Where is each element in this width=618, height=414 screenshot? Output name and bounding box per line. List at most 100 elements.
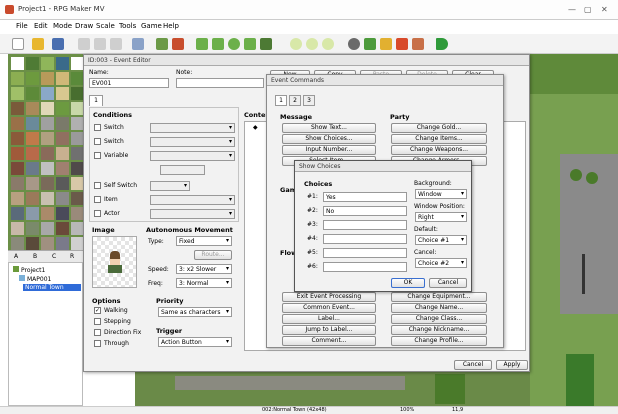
event-name-input[interactable]: EV001: [89, 78, 169, 88]
menu-tools[interactable]: Tools: [119, 22, 136, 30]
command-tab-3[interactable]: 3: [303, 95, 315, 106]
event-editor-apply-button[interactable]: Apply: [496, 360, 528, 370]
actor-checkbox[interactable]: [94, 210, 101, 217]
through-checkbox[interactable]: [94, 340, 101, 347]
tileset-tab-r[interactable]: R: [70, 253, 74, 260]
command-tab-2[interactable]: 2: [289, 95, 301, 106]
switch2-checkbox[interactable]: [94, 138, 101, 145]
cut-icon[interactable]: [78, 38, 90, 50]
menu-help[interactable]: Help: [163, 22, 179, 30]
menu-game[interactable]: Game: [141, 22, 162, 30]
ok-button[interactable]: OK: [391, 278, 425, 288]
movement-type-select[interactable]: Fixed: [176, 236, 232, 246]
choice-1-input[interactable]: Yes: [323, 192, 407, 202]
trigger-select[interactable]: Action Button: [158, 337, 232, 347]
show-choices-button[interactable]: Show Choices...: [282, 134, 376, 144]
menu-mode[interactable]: Mode: [53, 22, 72, 30]
common-event-button[interactable]: Common Event...: [282, 303, 376, 313]
sound-test-icon[interactable]: [380, 38, 392, 50]
playtest-icon[interactable]: [436, 38, 448, 50]
change-gold-button[interactable]: Change Gold...: [391, 123, 487, 133]
character-generator-icon[interactable]: [412, 38, 424, 50]
background-select[interactable]: Window: [415, 189, 467, 199]
stepping-checkbox[interactable]: [94, 318, 101, 325]
page-tab-1[interactable]: 1: [89, 95, 103, 106]
menu-draw[interactable]: Draw: [75, 22, 93, 30]
open-project-icon[interactable]: [32, 38, 44, 50]
tileset-palette[interactable]: [8, 54, 83, 250]
priority-select[interactable]: Same as characters: [158, 307, 232, 317]
database-icon[interactable]: [348, 38, 360, 50]
event-searcher-icon[interactable]: [396, 38, 408, 50]
map-tree[interactable]: Project1 MAP001 Normal Town: [8, 262, 83, 406]
event-note-input[interactable]: [176, 78, 264, 88]
save-project-icon[interactable]: [52, 38, 64, 50]
change-name-button[interactable]: Change Name...: [391, 303, 487, 313]
tileset-tab-b[interactable]: B: [33, 253, 37, 260]
tree-item-normal-town[interactable]: Normal Town: [23, 284, 81, 291]
variable-value-input[interactable]: [160, 165, 205, 175]
choice-3-input[interactable]: [323, 220, 407, 230]
zoom-in-icon[interactable]: [290, 38, 302, 50]
choice-2-input[interactable]: No: [323, 206, 407, 216]
plugin-manager-icon[interactable]: [364, 38, 376, 50]
event-editor-cancel-button[interactable]: Cancel: [454, 360, 492, 370]
change-equipment-button[interactable]: Change Equipment...: [391, 292, 487, 302]
menu-edit[interactable]: Edit: [34, 22, 48, 30]
cancel-select[interactable]: Choice #2: [415, 258, 467, 268]
item-checkbox[interactable]: [94, 196, 101, 203]
change-items-button[interactable]: Change Items...: [391, 134, 487, 144]
command-tab-1[interactable]: 1: [275, 95, 287, 106]
input-number-button[interactable]: Input Number...: [282, 145, 376, 155]
choice-5-input[interactable]: [323, 248, 407, 258]
menu-file[interactable]: File: [16, 22, 28, 30]
direction-fix-checkbox[interactable]: [94, 329, 101, 336]
event-mode-icon[interactable]: [172, 38, 184, 50]
freq-select[interactable]: 3: Normal: [176, 278, 232, 288]
self-switch-select[interactable]: [150, 181, 190, 191]
jump-to-label-button[interactable]: Jump to Label...: [282, 325, 376, 335]
exit-event-processing-button[interactable]: Exit Event Processing: [282, 292, 376, 302]
tileset-tab-a[interactable]: A: [14, 253, 18, 260]
variable-checkbox[interactable]: [94, 152, 101, 159]
choice-6-input[interactable]: [323, 262, 407, 272]
shadow-pen-icon[interactable]: [260, 38, 272, 50]
map-view[interactable]: [530, 54, 618, 406]
actual-size-icon[interactable]: [322, 38, 334, 50]
minimize-icon[interactable]: —: [568, 5, 576, 14]
default-select[interactable]: Choice #1: [415, 235, 467, 245]
menu-scale[interactable]: Scale: [96, 22, 115, 30]
show-text-button[interactable]: Show Text...: [282, 123, 376, 133]
maximize-icon[interactable]: ▢: [584, 5, 592, 14]
change-profile-button[interactable]: Change Profile...: [391, 336, 487, 346]
walking-checkbox[interactable]: ✓: [94, 307, 101, 314]
change-weapons-button[interactable]: Change Weapons...: [391, 145, 487, 155]
close-icon[interactable]: ✕: [601, 5, 608, 14]
new-project-icon[interactable]: [12, 38, 24, 50]
ellipse-icon[interactable]: [228, 38, 240, 50]
choice-4-input[interactable]: [323, 234, 407, 244]
undo-icon[interactable]: [132, 38, 144, 50]
switch2-select[interactable]: [150, 137, 235, 147]
show-choices-cancel-button[interactable]: Cancel: [429, 278, 467, 288]
switch1-select[interactable]: [150, 123, 235, 133]
zoom-out-icon[interactable]: [306, 38, 318, 50]
speed-select[interactable]: 3: x2 Slower: [176, 264, 232, 274]
item-select[interactable]: [150, 195, 235, 205]
switch1-checkbox[interactable]: [94, 124, 101, 131]
variable-select[interactable]: [150, 151, 235, 161]
change-class-button[interactable]: Change Class...: [391, 314, 487, 324]
self-switch-checkbox[interactable]: [94, 182, 101, 189]
tree-item-map001[interactable]: MAP001: [19, 275, 51, 283]
label-button[interactable]: Label...: [282, 314, 376, 324]
paste-icon[interactable]: [110, 38, 122, 50]
pencil-icon[interactable]: [196, 38, 208, 50]
fill-icon[interactable]: [244, 38, 256, 50]
rectangle-icon[interactable]: [212, 38, 224, 50]
event-image-box[interactable]: [92, 236, 137, 288]
change-nickname-button[interactable]: Change Nickname...: [391, 325, 487, 335]
window-position-select[interactable]: Right: [415, 212, 467, 222]
tree-item-project[interactable]: Project1: [13, 266, 45, 274]
actor-select[interactable]: [150, 209, 235, 219]
map-view-bottom[interactable]: [135, 372, 530, 406]
